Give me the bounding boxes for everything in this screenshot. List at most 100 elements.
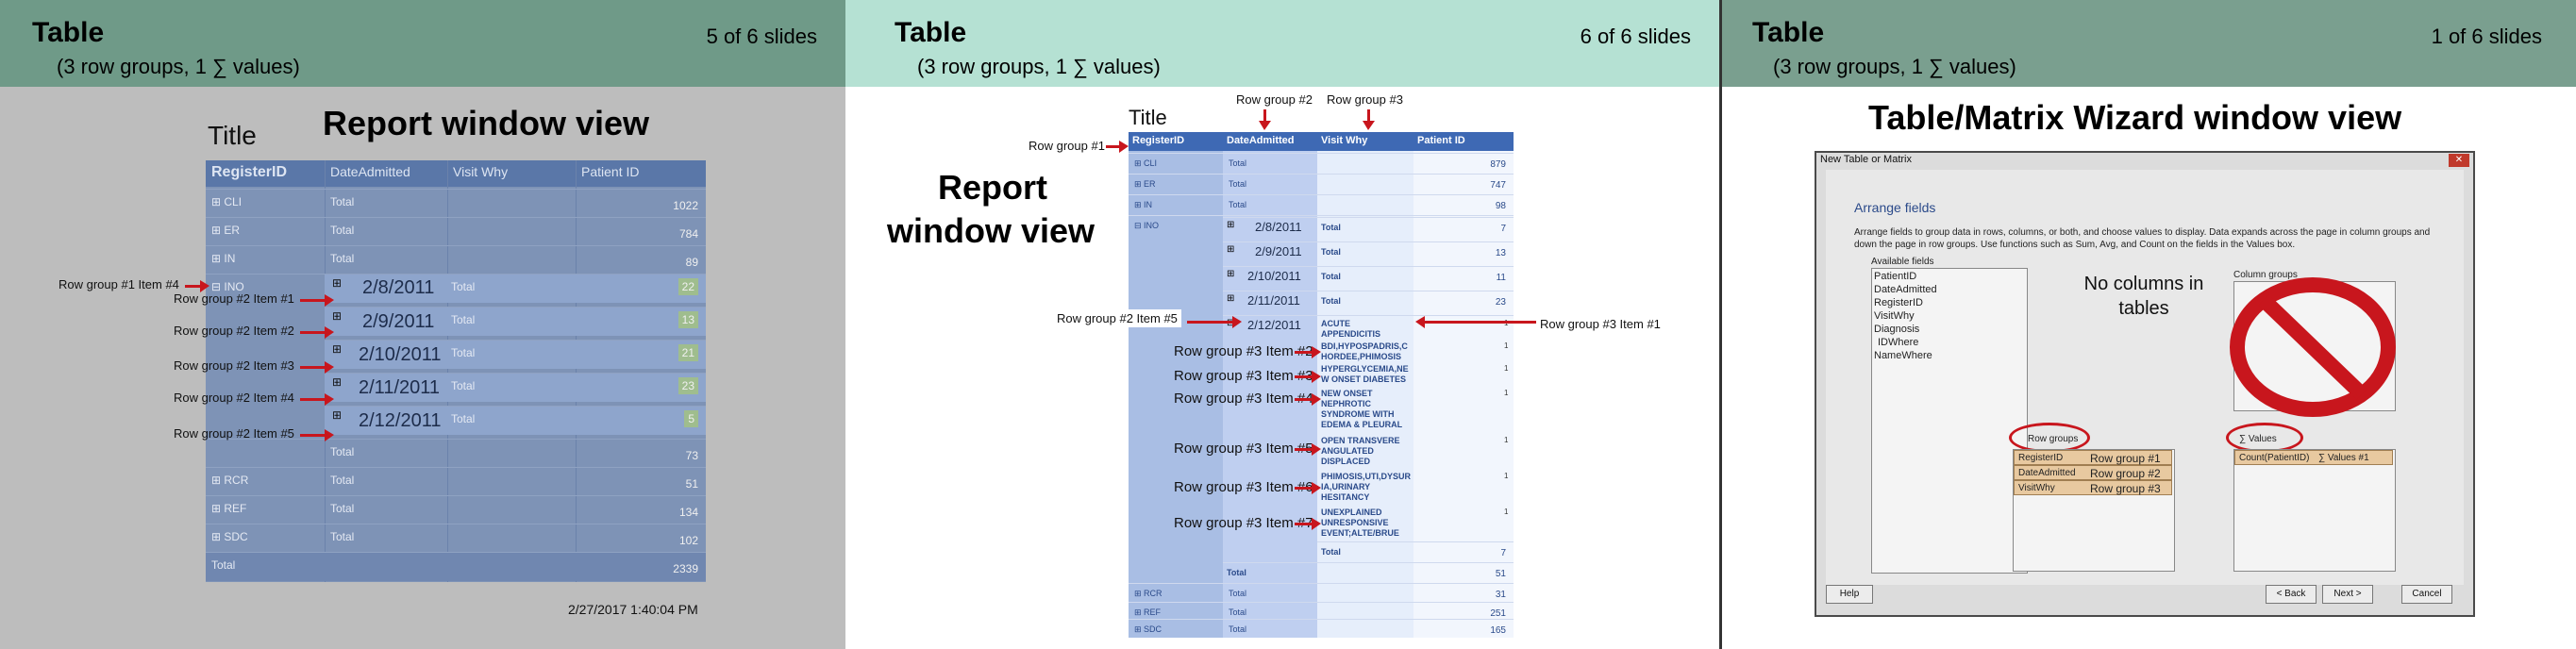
visit-why-cell: OPEN TRANSVERE ANGULATED DISPLACED (1321, 436, 1400, 466)
annotation-label: Row group #2 Item #2 (174, 324, 294, 338)
annotation-label: Row group #3 Item #6 (1174, 479, 1313, 495)
column-header: DateAdmitted (330, 164, 410, 179)
annotation-arrow (300, 393, 334, 406)
annotation-label: Row group #3 Item #5 (1174, 441, 1313, 457)
visit-why-cell: PHIMOSIS,UTI,DYSUR IA,URINARY HESITANCY (1321, 472, 1412, 502)
column-header: Patient ID (1417, 135, 1465, 146)
annotation-arrow (1415, 316, 1536, 328)
annotation-label: Row group #2 Item #4 (174, 391, 294, 405)
arrange-fields-heading: Arrange fields (1854, 200, 1936, 215)
table-row[interactable]: ⊞ IN Total 98 (1129, 194, 1514, 216)
report-title: Title (208, 121, 257, 150)
available-fields-list[interactable]: PatientID DateAdmitted RegisterID VisitW… (1871, 268, 2028, 574)
annotation-label: Row group #3 Item #3 (1174, 368, 1313, 384)
slide-subtitle: (3 row groups, 1 ∑ values) (57, 55, 300, 78)
table-row[interactable]: ⊞ CLI Total 879 (1129, 153, 1514, 175)
slide-counter: 5 of 6 slides (706, 25, 817, 48)
visit-why-cell: HYPERGLYCEMIA,NE W ONSET DIABETES (1321, 364, 1409, 384)
row-group-item[interactable]: RegisterID Row group #1 (2014, 450, 2172, 465)
visit-why-cell: UNEXPLAINED UNRESPONSIVE EVENT;ALTE/BRUE (1321, 508, 1399, 538)
table-row[interactable]: ⊞ CLI Total 1022 (206, 189, 706, 218)
visit-value: 1 (1504, 341, 1509, 350)
date-label: 2/10/2011 (1247, 269, 1301, 283)
annotation-label: Row group #3 (1327, 92, 1403, 107)
date-label: 2/8/2011 (362, 277, 435, 298)
report-title: Title (1129, 106, 1167, 129)
visit-value: 1 (1504, 389, 1509, 397)
annotation-label: Row group #2 Item #5 (1053, 309, 1181, 327)
value-item[interactable]: Count(PatientID) ∑ Values #1 (2234, 450, 2393, 465)
slide-title: Table (32, 17, 105, 48)
column-header: Visit Why (1321, 135, 1368, 146)
available-field[interactable]: PatientID (1874, 271, 1916, 282)
annotation-label: Row group #2 Item #1 (174, 291, 294, 306)
column-header: Patient ID (581, 164, 640, 179)
table-row[interactable]: ⊞ ER Total 784 (206, 217, 706, 246)
table-row[interactable]: ⊞ IN Total 89 (206, 245, 706, 275)
available-field[interactable]: DateAdmitted (1874, 284, 1937, 295)
date-label: 2/9/2011 (1255, 244, 1302, 258)
date-label: 2/12/2011 (359, 410, 442, 431)
back-button[interactable]: < Back (2266, 585, 2317, 604)
annotation-arrow (1295, 393, 1321, 406)
table-row[interactable]: ⊞ RCR Total 51 (206, 467, 706, 496)
visit-why-cell: BDI,HYPOSPADRIS,C HORDEE,PHIMOSIS (1321, 341, 1408, 361)
row-group-item[interactable]: DateAdmitted Row group #2 (2014, 465, 2172, 480)
available-field[interactable]: VisitWhy (1874, 310, 1915, 322)
slide-counter: 1 of 6 slides (2431, 25, 2542, 48)
annotation-arrow (1295, 482, 1321, 494)
next-button[interactable]: Next > (2322, 585, 2373, 604)
cancel-button[interactable]: Cancel (2401, 585, 2452, 604)
visit-value: 1 (1504, 364, 1509, 373)
annotation-label: Row group #1 Item #4 (59, 277, 179, 291)
annotation-arrow (300, 326, 334, 339)
column-header: Visit Why (453, 164, 509, 179)
annotation-arrow (1295, 346, 1321, 358)
annotation-label: Row group #3 Item #4 (1174, 391, 1313, 407)
date-label: 2/8/2011 (1255, 220, 1302, 234)
column-header: RegisterID (211, 164, 288, 180)
slide-title: Table (1752, 17, 1825, 48)
table-row[interactable]: ⊞ SDC Total 102 (206, 524, 706, 553)
date-label: 2/10/2011 (359, 344, 442, 365)
annotation-arrow (1295, 518, 1321, 530)
grand-total-row: Total 2339 (206, 552, 706, 581)
slide-header: Table (3 row groups, 1 ∑ values) 1 of 6 … (1722, 0, 2576, 87)
slide-counter: 6 of 6 slides (1580, 25, 1691, 48)
available-field[interactable]: Diagnosis (1874, 324, 1919, 335)
table-row[interactable]: ⊞ REF Total 134 (206, 495, 706, 524)
help-button[interactable]: Help (1826, 585, 1873, 604)
table-row[interactable]: Total 73 (206, 439, 706, 468)
available-field[interactable]: NameWhere (1874, 350, 1932, 361)
row-groups-box[interactable]: RegisterID Row group #1 DateAdmitted Row g… (2013, 449, 2175, 572)
annotation-label: Row group #3 Item #7 (1174, 515, 1313, 531)
annotation-arrow (1295, 371, 1321, 383)
available-field[interactable]: IDWhere (1878, 337, 1918, 348)
annotation-arrow (300, 361, 334, 374)
no-columns-note-line2: tables (2118, 298, 2169, 319)
annotation-arrow (1363, 109, 1375, 130)
annotation-label: Row group #3 Item #1 (1540, 317, 1661, 331)
available-field[interactable]: RegisterID (1874, 297, 1923, 308)
close-icon[interactable]: ✕ (2449, 154, 2469, 167)
slide-header: Table (3 row groups, 1 ∑ values) 6 of 6 … (845, 0, 1719, 87)
row-group-item[interactable]: VisitWhy Row group #3 (2014, 480, 2172, 495)
column-header: RegisterID (1132, 135, 1185, 146)
slide-title: Table (895, 17, 967, 48)
no-columns-note-line1: No columns in (2083, 274, 2204, 294)
subtotal-row: Total 51 (1223, 562, 1514, 584)
visit-value: 1 (1504, 436, 1509, 444)
values-box[interactable]: Count(PatientID) ∑ Values #1 (2233, 449, 2396, 572)
table-row[interactable]: ⊞ SDC Total 165 (1129, 619, 1514, 641)
arrange-fields-description: Arrange fields to group data in rows, co… (1854, 227, 2431, 250)
visit-why-cell: NEW ONSET NEPHROTIC SYNDROME WITH EDEMA … (1321, 389, 1403, 429)
annotation-arrow (300, 294, 334, 307)
column-header: DateAdmitted (1227, 135, 1295, 146)
date-label: 2/11/2011 (1247, 293, 1300, 308)
annotation-label: Row group #3 Item #2 (1174, 343, 1313, 359)
annotation-arrow (1295, 443, 1321, 456)
visit-value: 1 (1504, 508, 1509, 516)
table-row[interactable]: ⊞ ER Total 747 (1129, 174, 1514, 195)
slide-subtitle: (3 row groups, 1 ∑ values) (917, 55, 1161, 78)
annotation-label: Row group #2 Item #3 (174, 358, 294, 373)
